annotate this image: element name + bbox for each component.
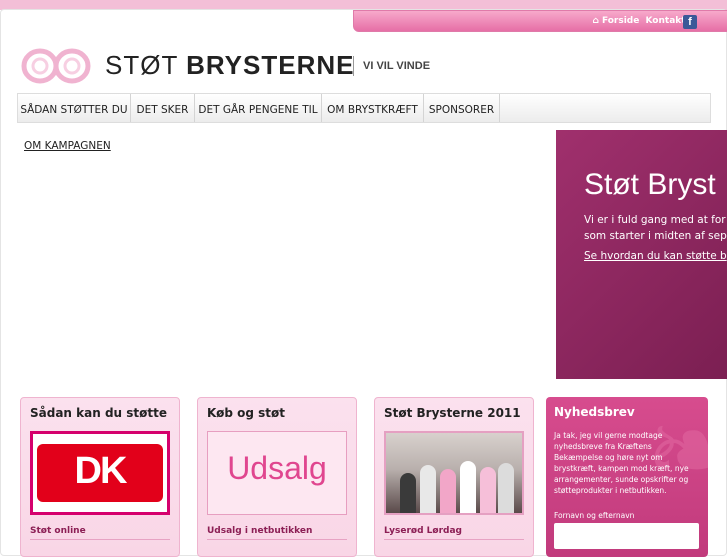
newsletter-text: Ja tak, jeg vil gerne modtage nyhedsbrev… <box>554 431 689 495</box>
name-field[interactable] <box>554 523 699 549</box>
card-title: Køb og støt <box>207 406 285 420</box>
dk-logo-shape: DK <box>37 444 163 502</box>
top-links-bar: ⌂Forside Kontakt | f <box>353 10 727 32</box>
tagline: VI VIL VINDE <box>363 60 431 72</box>
support-card: Sådan kan du støtte DK Støt online <box>20 397 180 557</box>
name-field-label: Fornavn og efternavn <box>554 511 635 520</box>
home-icon: ⌂ <box>592 16 599 26</box>
dk-logo-text: DK <box>74 450 128 492</box>
hero-title: Støt Bryst <box>584 168 716 201</box>
photo-person <box>420 465 436 513</box>
photo-person <box>498 463 514 513</box>
ribbon-logo-icon[interactable] <box>21 48 91 86</box>
card-link[interactable]: Udsalg i netbutikken <box>207 526 312 536</box>
photo-person <box>480 467 496 513</box>
home-link[interactable]: Forside <box>602 16 639 26</box>
newsletter-title: Nyhedsbrev <box>554 405 635 419</box>
newsletter-box: ❧ Nyhedsbrev Ja tak, jeg vil gerne modta… <box>546 397 708 557</box>
card-divider <box>207 539 347 540</box>
card-link[interactable]: Lyserød Lørdag <box>384 526 462 536</box>
event-photo[interactable] <box>384 431 524 515</box>
card-divider <box>384 539 524 540</box>
card-title: Støt Brysterne 2011 <box>384 406 521 420</box>
logo-word-light: STØT <box>105 50 178 80</box>
nav-item-det-gaar-pengene-til[interactable]: DET GÅR PENGENE TIL <box>195 94 322 122</box>
sale-image[interactable]: Udsalg <box>207 431 347 515</box>
event-card: Støt Brysterne 2011 Lyserød Lørdag <box>374 397 534 557</box>
dk-logo-image[interactable]: DK <box>30 431 170 515</box>
hero-text-line: som starter i midten af sep <box>584 230 727 242</box>
card-title: Sådan kan du støtte <box>30 406 167 420</box>
hero-banner: Støt Bryst Vi er i fuld gang med at for … <box>556 130 727 379</box>
sale-image-text: Udsalg <box>227 450 327 486</box>
shop-card: Køb og støt Udsalg Udsalg i netbutikken <box>197 397 357 557</box>
hero-support-link[interactable]: Se hvordan du kan støtte b <box>584 250 727 262</box>
subnav-om-kampagnen[interactable]: OM KAMPAGNEN <box>24 140 111 152</box>
nav-item-det-sker[interactable]: DET SKER <box>131 94 195 122</box>
main-nav: SÅDAN STØTTER DU DET SKER DET GÅR PENGEN… <box>17 93 711 123</box>
photo-person <box>400 473 416 513</box>
contact-link[interactable]: Kontakt <box>645 16 685 26</box>
top-links: ⌂Forside Kontakt | <box>589 16 695 26</box>
facebook-icon[interactable]: f <box>683 15 697 29</box>
nav-item-om-brystkraeft[interactable]: OM BRYSTKRÆFT <box>322 94 424 122</box>
card-link[interactable]: Støt online <box>30 526 86 536</box>
nav-item-saadan-stoetter-du[interactable]: SÅDAN STØTTER DU <box>18 94 131 122</box>
site-logo-text[interactable]: STØT BRYSTERNE <box>105 50 354 81</box>
card-divider <box>30 539 170 540</box>
logo-word-bold: BRYSTERNE <box>186 50 355 80</box>
photo-person <box>440 469 456 513</box>
nav-item-sponsorer[interactable]: SPONSORER <box>424 94 500 122</box>
hero-text-line: Vi er i fuld gang med at for <box>584 214 726 226</box>
hero-text: Vi er i fuld gang med at for som starter… <box>584 212 727 244</box>
photo-person <box>460 461 476 513</box>
logo-divider <box>353 56 354 76</box>
